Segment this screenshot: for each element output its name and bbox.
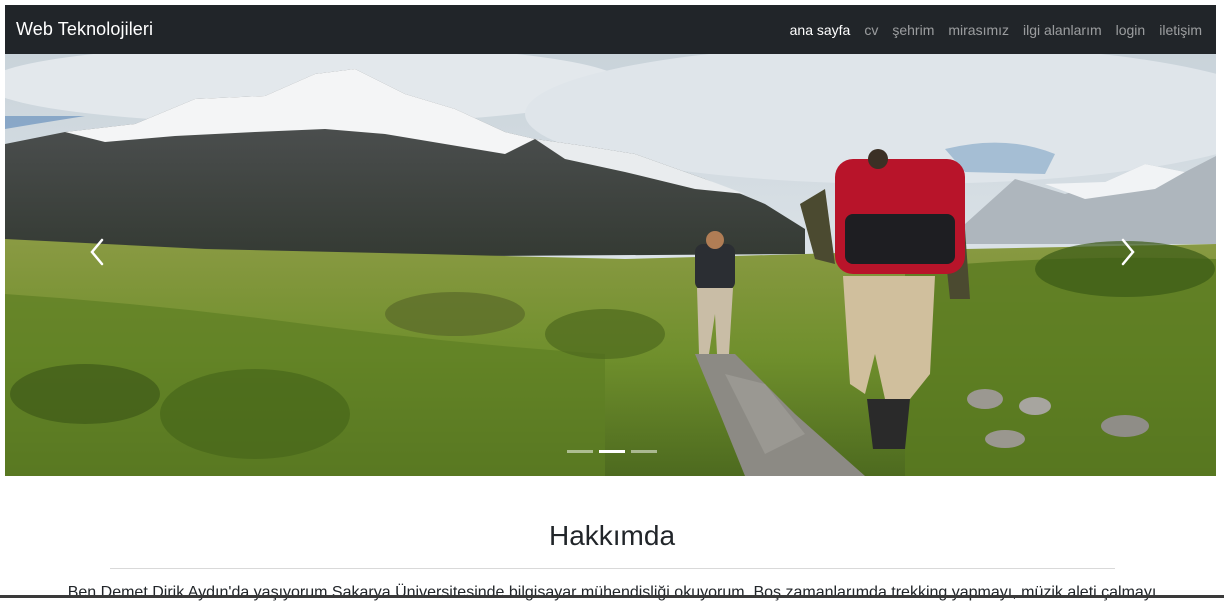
- navbar: Web Teknolojileri ana sayfa cv şehrim mi…: [5, 5, 1216, 54]
- carousel-indicator-1[interactable]: [567, 450, 593, 453]
- section-title: Hakkımda: [548, 520, 676, 551]
- carousel-slide-image: [5, 54, 1216, 476]
- chevron-right-icon: [1121, 238, 1135, 266]
- section-divider: [110, 568, 1115, 569]
- about-text: Ben Demet Dirik Aydın'da yaşıyorum Sakar…: [67, 584, 1157, 601]
- carousel-next-button[interactable]: [1113, 237, 1143, 267]
- nav-link-city[interactable]: şehrim: [892, 22, 934, 38]
- nav-link-interests[interactable]: ilgi alanlarım: [1023, 22, 1102, 38]
- chevron-left-icon: [90, 238, 104, 266]
- brand-logo-text[interactable]: Web Teknolojileri: [16, 19, 153, 40]
- carousel-indicators: [567, 450, 657, 453]
- carousel-indicator-2[interactable]: [599, 450, 625, 453]
- nav-link-contact[interactable]: iletişim: [1159, 22, 1202, 38]
- nav-link-cv[interactable]: cv: [864, 22, 878, 38]
- carousel-prev-button[interactable]: [82, 237, 112, 267]
- nav-links: ana sayfa cv şehrim mirasımız ilgi alanl…: [790, 22, 1202, 38]
- nav-link-login[interactable]: login: [1116, 22, 1146, 38]
- nav-link-home[interactable]: ana sayfa: [790, 22, 851, 38]
- carousel-indicator-3[interactable]: [631, 450, 657, 453]
- image-carousel: [5, 54, 1216, 476]
- nav-link-heritage[interactable]: mirasımız: [948, 22, 1009, 38]
